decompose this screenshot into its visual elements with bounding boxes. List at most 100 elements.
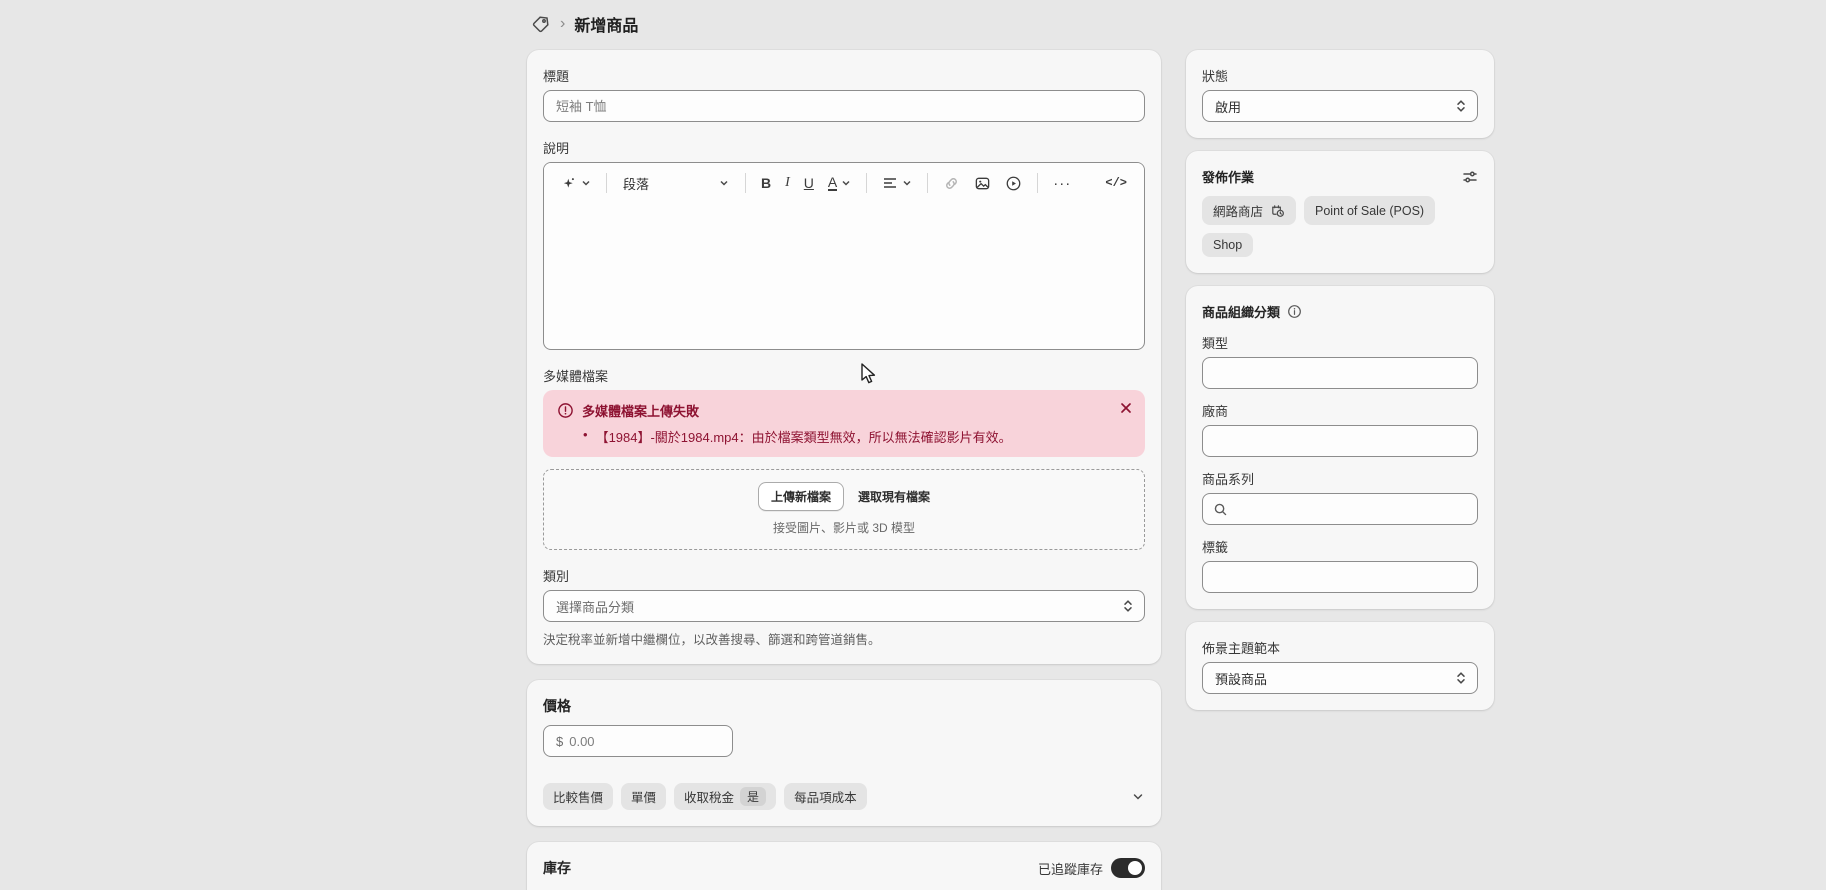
organization-title: 商品組織分類 (1202, 302, 1280, 321)
category-select[interactable]: 選擇商品分類 (543, 590, 1145, 622)
chevron-down-icon (841, 178, 851, 188)
channel-pos-label: Point of Sale (POS) (1315, 204, 1424, 218)
category-label: 類別 (543, 566, 1145, 585)
error-detail: 【1984】-關於1984.mp4：由於檔案類型無效，所以無法確認影片有效。 (596, 427, 1012, 446)
theme-template-value: 預設商品 (1215, 669, 1267, 688)
main-column: 標題 說明 段落 (527, 50, 1161, 890)
track-inventory-toggle[interactable] (1111, 858, 1145, 878)
product-details-card: 標題 說明 段落 (527, 50, 1161, 664)
tags-label: 標籤 (1202, 537, 1478, 556)
editor-toolbar: 段落 B I U A (544, 163, 1144, 203)
compare-at-price-badge[interactable]: 比較售價 (543, 783, 613, 810)
charge-tax-label: 收取稅金 (684, 787, 734, 806)
bold-button[interactable]: B (756, 172, 776, 194)
chevron-down-icon (719, 178, 729, 188)
collections-search-field[interactable] (1202, 493, 1478, 525)
channel-online-store[interactable]: 網路商店 (1202, 196, 1296, 225)
toolbar-divider (745, 173, 746, 193)
toolbar-divider (927, 173, 928, 193)
breadcrumb-separator-icon: › (560, 16, 565, 32)
error-bullet: • (583, 427, 588, 446)
insert-image-button[interactable] (969, 171, 996, 196)
paragraph-style-label: 段落 (623, 174, 649, 193)
title-label: 標題 (543, 66, 1145, 85)
title-input[interactable] (543, 90, 1145, 122)
close-icon[interactable] (1119, 401, 1133, 418)
category-help-text: 決定稅率並新增中繼欄位，以改善搜尋、篩選和跨管道銷售。 (543, 629, 1145, 648)
pricing-card: 價格 $ 比較售價 單價 收取稅金 是 每品項成本 (527, 680, 1161, 826)
select-caret-icon (1122, 599, 1134, 613)
search-icon (1213, 502, 1228, 517)
description-label: 說明 (543, 138, 1145, 157)
type-input[interactable] (1202, 357, 1478, 389)
breadcrumb: › 新增商品 (531, 12, 638, 36)
cost-per-item-badge[interactable]: 每品項成本 (784, 783, 867, 810)
pricing-badges-row: 比較售價 單價 收取稅金 是 每品項成本 (543, 783, 1145, 810)
vendor-input[interactable] (1202, 425, 1478, 457)
more-options-button[interactable]: ··· (1048, 171, 1076, 196)
media-upload-error-banner: 多媒體檔案上傳失敗 • 【1984】-關於1984.mp4：由於檔案類型無效，所… (543, 390, 1145, 457)
inventory-title: 庫存 (543, 858, 571, 878)
tags-input[interactable] (1202, 561, 1478, 593)
unit-price-badge[interactable]: 單價 (621, 783, 666, 810)
charge-tax-badge[interactable]: 收取稅金 是 (674, 783, 776, 810)
sidebar: 狀態 啟用 發佈作業 (1186, 50, 1494, 890)
charge-tax-value: 是 (740, 787, 766, 806)
status-select[interactable]: 啟用 (1202, 90, 1478, 122)
theme-template-select[interactable]: 預設商品 (1202, 662, 1478, 694)
status-label: 狀態 (1202, 66, 1478, 85)
channel-shop[interactable]: Shop (1202, 233, 1253, 257)
alert-circle-icon (557, 402, 574, 419)
italic-button[interactable]: I (780, 172, 795, 194)
status-select-value: 啟用 (1215, 97, 1241, 116)
text-color-button[interactable]: A (823, 171, 856, 196)
status-card: 狀態 啟用 (1186, 50, 1494, 138)
tag-icon[interactable] (531, 14, 551, 34)
collections-label: 商品系列 (1202, 469, 1478, 488)
description-textarea[interactable] (544, 203, 1144, 349)
pricing-title: 價格 (543, 696, 1145, 716)
track-inventory-label: 已追蹤庫存 (1038, 859, 1103, 878)
collections-search-input[interactable] (1236, 502, 1467, 517)
currency-prefix: $ (556, 734, 563, 749)
upload-hint: 接受圖片、影片或 3D 模型 (544, 519, 1144, 536)
show-html-button[interactable]: </> (1100, 172, 1132, 194)
channel-shop-label: Shop (1213, 238, 1242, 252)
media-label: 多媒體檔案 (543, 366, 1145, 385)
publishing-title: 發佈作業 (1202, 167, 1254, 186)
page-title: 新增商品 (574, 12, 638, 36)
price-field[interactable]: $ (543, 725, 733, 757)
theme-template-label: 佈景主題範本 (1202, 638, 1478, 657)
upload-new-file-button[interactable]: 上傳新檔案 (758, 482, 844, 511)
expand-pricing-chevron[interactable] (1131, 790, 1145, 804)
link-icon (938, 171, 965, 196)
schedule-calendar-icon[interactable] (1270, 203, 1285, 218)
paragraph-style-dropdown[interactable]: 段落 (617, 170, 735, 197)
chevron-down-icon (902, 178, 912, 188)
manage-channels-icon[interactable] (1462, 169, 1478, 185)
select-existing-file-button[interactable]: 選取現有檔案 (858, 488, 930, 505)
channel-pos[interactable]: Point of Sale (POS) (1304, 196, 1435, 225)
channel-list: 網路商店 Point of Sale (POS) (1202, 196, 1478, 257)
vendor-label: 廠商 (1202, 401, 1478, 420)
content-area: 標題 說明 段落 (527, 50, 1494, 890)
error-title: 多媒體檔案上傳失敗 (582, 401, 699, 420)
info-icon[interactable] (1287, 304, 1302, 319)
select-caret-icon (1455, 99, 1467, 113)
magic-ai-button[interactable] (556, 171, 596, 195)
rich-text-editor: 段落 B I U A (543, 162, 1145, 350)
channel-online-store-label: 網路商店 (1213, 201, 1263, 220)
insert-video-button[interactable] (1000, 171, 1027, 196)
toolbar-divider (1037, 173, 1038, 193)
category-select-value: 選擇商品分類 (556, 597, 634, 616)
alignment-button[interactable] (877, 171, 917, 195)
toggle-knob (1128, 861, 1142, 875)
publishing-card: 發佈作業 網路商店 (1186, 151, 1494, 273)
media-dropzone[interactable]: 上傳新檔案 選取現有檔案 接受圖片、影片或 3D 模型 (543, 469, 1145, 550)
organization-card: 商品組織分類 類型 廠商 商品系列 (1186, 286, 1494, 609)
chevron-down-icon (581, 178, 591, 188)
toolbar-divider (606, 173, 607, 193)
price-input[interactable] (569, 734, 720, 749)
theme-template-card: 佈景主題範本 預設商品 (1186, 622, 1494, 710)
underline-button[interactable]: U (799, 172, 819, 194)
